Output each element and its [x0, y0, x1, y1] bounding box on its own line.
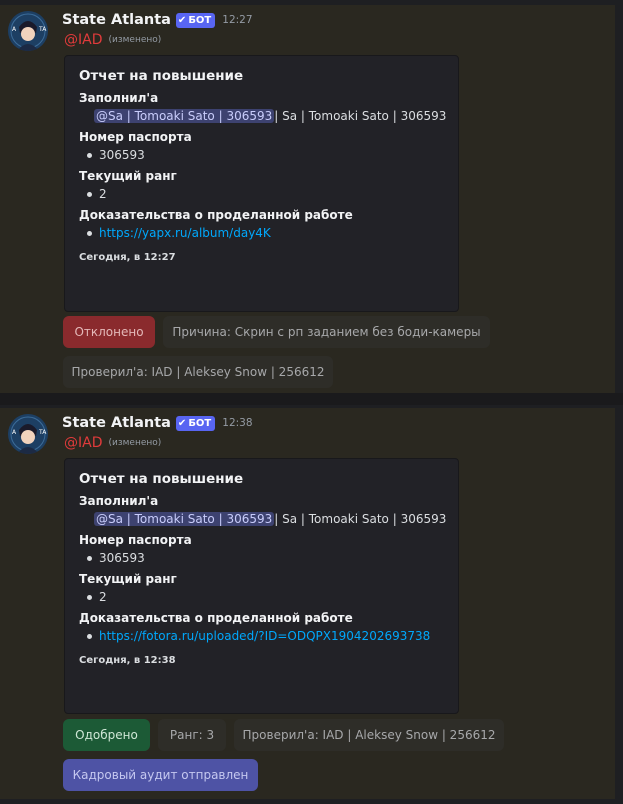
- evidence-link[interactable]: https://yapx.ru/album/day4K: [99, 226, 271, 240]
- embed-footer: Сегодня, в 12:27: [79, 252, 176, 263]
- field-text: 2: [99, 590, 107, 604]
- author-name[interactable]: State Atlanta: [62, 12, 171, 28]
- field-rank: Текущий ранг 2: [79, 572, 444, 604]
- field-name: Номер паспорта: [79, 130, 192, 144]
- bot-tag: ✔ БОТ: [175, 415, 216, 431]
- rejected-button[interactable]: Отклонено: [63, 316, 155, 348]
- field-filled-by: Заполнил'а @Sa | Tomoaki Sato | 306593 |…: [79, 91, 447, 123]
- message-header: State Atlanta ✔ БОТ 12:27: [62, 9, 253, 31]
- evidence-link[interactable]: https://fotora.ru/uploaded/?ID=ODQPX1904…: [99, 629, 430, 643]
- field-text: 2: [99, 187, 107, 201]
- edited-label: (изменено): [108, 35, 162, 45]
- bot-avatar-icon[interactable]: A TA: [8, 414, 48, 454]
- verified-check-icon: ✔: [177, 417, 187, 429]
- embed: Отчет на повышение Заполнил'а @Sa | Tomo…: [64, 55, 459, 312]
- message-header: State Atlanta ✔ БОТ 12:38: [62, 412, 253, 434]
- field-value: @Sa | Tomoaki Sato | 306593 | Sa | Tomoa…: [79, 109, 447, 123]
- field-value: https://yapx.ru/album/day4K: [79, 226, 444, 240]
- embed: Отчет на повышение Заполнил'а @Sa | Tomo…: [64, 458, 459, 714]
- timestamp[interactable]: 12:38: [222, 417, 252, 429]
- field-value: 2: [79, 187, 444, 201]
- field-value: https://fotora.ru/uploaded/?ID=ODQPX1904…: [79, 629, 444, 643]
- mention-line: @IAD (изменено): [64, 435, 161, 451]
- field-evidence: Доказательства о проделанной работе http…: [79, 208, 444, 240]
- verified-check-icon: ✔: [177, 14, 187, 26]
- field-text: | Sa | Tomoaki Sato | 306593: [274, 512, 447, 526]
- bot-tag-label: БОТ: [188, 417, 212, 429]
- bullet: [87, 594, 92, 600]
- field-filled-by: Заполнил'а @Sa | Tomoaki Sato | 306593 |…: [79, 494, 447, 526]
- field-value: 2: [79, 590, 444, 604]
- embed-footer: Сегодня, в 12:38: [79, 655, 176, 666]
- role-mention[interactable]: @IAD: [64, 435, 103, 451]
- field-name: Доказательства о проделанной работе: [79, 611, 353, 625]
- bot-avatar-icon[interactable]: A TA: [8, 11, 48, 51]
- personnel-audit-button[interactable]: Кадровый аудит отправлен: [63, 759, 258, 791]
- message-divider: [0, 393, 623, 405]
- bullet: [87, 191, 92, 197]
- mention-line: @IAD (изменено): [64, 32, 161, 48]
- bullet: [87, 152, 92, 158]
- field-evidence: Доказательства о проделанной работе http…: [79, 611, 444, 643]
- svg-text:TA: TA: [38, 26, 47, 33]
- field-rank: Текущий ранг 2: [79, 169, 444, 201]
- approved-button[interactable]: Одобрено: [63, 719, 150, 751]
- message-1: A TA State Atlanta ✔ БОТ 12:27 @IAD (изм…: [0, 5, 615, 393]
- checked-by-button[interactable]: Проверил'а: IAD | Aleksey Snow | 256612: [234, 719, 504, 751]
- field-name: Текущий ранг: [79, 169, 177, 183]
- embed-title: Отчет на повышение: [79, 68, 244, 84]
- rank-button[interactable]: Ранг: 3: [158, 719, 226, 751]
- bullet: [87, 555, 92, 561]
- author-name[interactable]: State Atlanta: [62, 415, 171, 431]
- svg-text:TA: TA: [38, 429, 47, 436]
- message-2: A TA State Atlanta ✔ БОТ 12:38 @IAD (изм…: [0, 408, 615, 799]
- checked-by-button[interactable]: Проверил'а: IAD | Aleksey Snow | 256612: [63, 356, 333, 388]
- bullet: [87, 633, 92, 639]
- reason-button[interactable]: Причина: Скрин с рп заданием без боди-ка…: [163, 316, 490, 348]
- field-text: 306593: [99, 551, 145, 565]
- bot-tag: ✔ БОТ: [175, 12, 216, 28]
- field-text: | Sa | Tomoaki Sato | 306593: [274, 109, 447, 123]
- field-text: 306593: [99, 148, 145, 162]
- timestamp[interactable]: 12:27: [222, 14, 252, 26]
- field-value: 306593: [79, 551, 444, 565]
- edited-label: (изменено): [108, 438, 162, 448]
- field-value: 306593: [79, 148, 444, 162]
- field-name: Заполнил'а: [79, 91, 159, 105]
- embed-title: Отчет на повышение: [79, 471, 244, 487]
- user-mention[interactable]: @Sa | Tomoaki Sato | 306593: [94, 109, 275, 123]
- user-mention[interactable]: @Sa | Tomoaki Sato | 306593: [94, 512, 275, 526]
- bullet: [87, 230, 92, 236]
- bot-tag-label: БОТ: [188, 14, 212, 26]
- field-passport: Номер паспорта 306593: [79, 130, 444, 162]
- field-name: Доказательства о проделанной работе: [79, 208, 353, 222]
- field-passport: Номер паспорта 306593: [79, 533, 444, 565]
- field-name: Номер паспорта: [79, 533, 192, 547]
- field-value: @Sa | Tomoaki Sato | 306593 | Sa | Tomoa…: [79, 512, 447, 526]
- field-name: Текущий ранг: [79, 572, 177, 586]
- field-name: Заполнил'а: [79, 494, 159, 508]
- role-mention[interactable]: @IAD: [64, 32, 103, 48]
